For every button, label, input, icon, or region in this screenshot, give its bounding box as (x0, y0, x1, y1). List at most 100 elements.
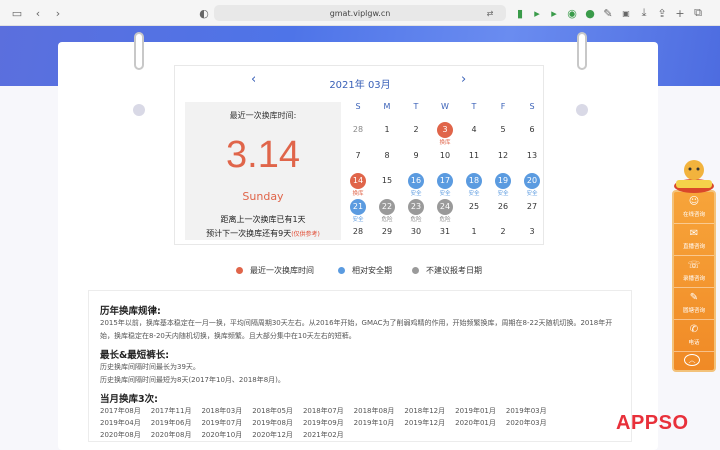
day-cell[interactable]: 15 (373, 173, 401, 197)
sidebar-item-3[interactable]: ✎ 圆塘咨询 (674, 288, 714, 320)
day-cell[interactable]: 7 (344, 148, 372, 172)
day-number: 2 (500, 227, 506, 236)
month-item: 2020年01月 (455, 419, 496, 427)
legend-label-recent: 最近一次换库时间 (250, 266, 314, 275)
day-number: 26 (497, 201, 509, 211)
day-number: 9 (413, 150, 419, 160)
ring-hole-right (576, 104, 588, 116)
day-number: 3 (437, 122, 453, 138)
day-cell[interactable]: 20 安全 (518, 173, 546, 197)
privacy-icon[interactable]: ◐ (198, 6, 210, 20)
sidebar-item-1[interactable]: ✉ 直播咨询 (674, 224, 714, 256)
sidebar-item-4[interactable]: ✆ 电话 (674, 320, 714, 352)
day-cell[interactable]: 29 (373, 224, 401, 248)
last-change-weekday: Sunday (242, 190, 284, 203)
day-cell[interactable]: 27 (518, 199, 546, 223)
weekday-header: T (471, 102, 477, 111)
day-number: 5 (500, 125, 506, 134)
download-icon[interactable]: ⤓ (638, 6, 650, 20)
day-number: 20 (524, 173, 540, 189)
day-cell[interactable]: 3 (518, 224, 546, 248)
extension-icon-4[interactable]: ◉ (566, 6, 578, 20)
day-cell[interactable]: 21 安全 (344, 198, 372, 223)
day-number: 25 (468, 201, 480, 211)
day-cell[interactable]: 22 危险 (373, 198, 401, 223)
month-item: 2019年10月 (353, 419, 395, 427)
legend-dot-recent (236, 267, 243, 274)
day-cell[interactable]: 2 (402, 122, 430, 146)
day-cell[interactable]: 17 安全 (431, 173, 459, 197)
scroll-top-icon[interactable]: ︿ (684, 354, 700, 366)
sidebar-item-label: 圆塘咨询 (682, 308, 705, 314)
day-number: 28 (352, 227, 364, 236)
day-cell[interactable]: 13 (518, 148, 546, 172)
sidebar-toggle-icon[interactable]: ▭ (10, 6, 24, 20)
months-list: 2017年08月 2017年11月 2018年03月 2018年05月 2018年07月… (100, 405, 605, 441)
day-tag: 安全 (497, 191, 509, 197)
url-text: gmat.viplgw.cn (329, 8, 391, 18)
day-cell[interactable]: 24 危险 (431, 198, 459, 223)
day-cell[interactable]: 3 换库 (431, 122, 459, 146)
day-number: 2 (413, 125, 419, 134)
weekday-header: M (383, 102, 391, 111)
longest-shortest-heading: 最长&最短裤长: (100, 350, 170, 361)
day-tag: 危险 (410, 216, 422, 223)
tabs-overview-icon[interactable]: ⧉ (692, 6, 704, 20)
day-cell[interactable]: 6 (518, 122, 546, 146)
next-month-icon[interactable]: › (461, 72, 466, 87)
extension-icon-7[interactable]: ▣ (620, 6, 632, 20)
day-cell[interactable]: 1 (460, 224, 488, 248)
day-cell[interactable]: 4 (460, 122, 488, 146)
days-since-text: 距离上一次换库已有1天 (220, 215, 306, 224)
calendar-legend: 最近一次换库时间 相对安全期 不建议报考日期 (0, 265, 720, 277)
day-cell[interactable]: 18 安全 (460, 173, 488, 197)
share-icon[interactable]: ⇪ (656, 6, 668, 20)
sidebar-item-2[interactable]: ☏ 录播咨询 (674, 256, 714, 288)
day-cell[interactable]: 26 (489, 199, 517, 223)
day-cell[interactable]: 28 (344, 122, 372, 146)
translate-icon[interactable]: ⇄ (484, 6, 496, 20)
extension-icon-2[interactable]: ▸ (531, 6, 543, 20)
next-change-estimate: 预计下一次换库还有9天(仅供参考) (185, 228, 341, 239)
forward-icon[interactable]: › (52, 6, 64, 20)
day-cell[interactable]: 25 (460, 199, 488, 223)
sidebar-item-0[interactable]: ☺ 在线咨询 (674, 192, 714, 224)
extension-icon-6[interactable]: ✎ (602, 6, 614, 20)
day-cell[interactable]: 31 (431, 224, 459, 248)
day-tag: 安全 (410, 191, 422, 197)
reference-note: (仅供参考) (291, 231, 320, 238)
day-cell[interactable]: 8 (373, 148, 401, 172)
day-cell[interactable]: 2 (489, 224, 517, 248)
new-tab-icon[interactable]: + (674, 6, 686, 20)
day-number: 21 (350, 198, 366, 215)
day-cell[interactable]: 14 换库 (344, 173, 372, 197)
extension-icon-1[interactable]: ▮ (514, 6, 526, 20)
sidebar-item-label: 在线咨询 (682, 212, 705, 218)
day-cell[interactable]: 5 (489, 122, 517, 146)
day-number: 23 (408, 198, 424, 215)
day-cell[interactable]: 28 (344, 224, 372, 248)
day-number: 10 (439, 150, 451, 160)
day-cell[interactable]: 19 安全 (489, 173, 517, 197)
last-change-panel: 最近一次换库时间: 3.14 Sunday 距离上一次换库已有1天 预计下一次换… (185, 102, 341, 240)
day-tag: 换库 (439, 140, 451, 146)
day-number: 12 (497, 150, 509, 160)
extension-icon-5[interactable]: ● (584, 6, 596, 20)
day-cell[interactable]: 1 (373, 122, 401, 146)
sidebar-item-icon: ☏ (687, 260, 701, 271)
sidebar-item-icon: ✎ (689, 292, 699, 303)
month-item: 2017年11月 (150, 407, 192, 415)
day-cell[interactable]: 12 (489, 148, 517, 172)
month-item: 2019年07月 (201, 419, 243, 427)
address-bar[interactable]: gmat.viplgw.cn (214, 5, 506, 21)
month-item: 2018年05月 (252, 407, 293, 415)
extension-icon-3[interactable]: ▸ (548, 6, 560, 20)
day-cell[interactable]: 23 危险 (402, 198, 430, 223)
day-cell[interactable]: 9 (402, 148, 430, 172)
day-cell[interactable]: 30 (402, 224, 430, 248)
day-cell[interactable]: 10 (431, 148, 459, 172)
last-change-title: 最近一次换库时间: (229, 111, 297, 120)
back-icon[interactable]: ‹ (32, 6, 44, 20)
day-cell[interactable]: 16 安全 (402, 173, 430, 197)
day-cell[interactable]: 11 (460, 148, 488, 172)
